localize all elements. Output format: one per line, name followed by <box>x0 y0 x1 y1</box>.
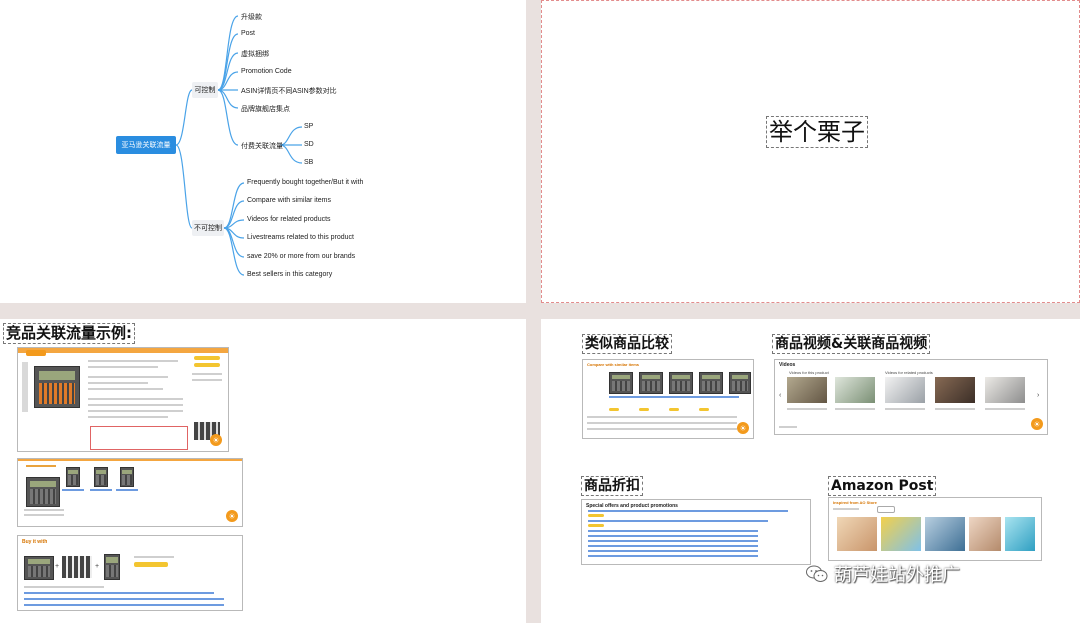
discount-title: 商品折扣 <box>581 476 643 496</box>
add-all-to-cart-button <box>134 562 168 567</box>
leaf-asin-compare: ASIN详情页不同ASIN参数对比 <box>241 88 337 95</box>
video-thumb-3[interactable] <box>885 377 925 403</box>
post-header: Inspired from AO Store <box>833 500 877 505</box>
video-thumb-1[interactable] <box>787 377 827 403</box>
videos-for-product-label: Videos for this product <box>789 370 829 375</box>
carousel-prev-icon[interactable]: ‹ <box>779 392 781 399</box>
leaf-paid-traffic: 付费关联流量 <box>241 143 283 150</box>
buy-it-with-screenshot: Buy it with + + <box>17 535 243 611</box>
post-title: Amazon Post <box>828 476 937 496</box>
post-thumb-2[interactable] <box>881 517 921 551</box>
compare-screenshot: Compare with similar items ☀ <box>582 359 754 439</box>
store-badge <box>26 350 46 356</box>
calculator-image <box>34 366 80 408</box>
post-thumb-4[interactable] <box>969 517 1001 551</box>
competitor-slide: 竞品关联流量示例: ☀ ☀ Buy it with + + <box>0 319 526 623</box>
orange-action-icon: ☀ <box>226 510 238 522</box>
promotions-screenshot: Special offers and product promotions <box>581 499 811 565</box>
video-thumb-2[interactable] <box>835 377 875 403</box>
bundle-item-2 <box>62 556 92 578</box>
product-thumb-2 <box>66 467 80 487</box>
videos-header: Videos <box>779 362 796 368</box>
video-thumb-4[interactable] <box>935 377 975 403</box>
product-thumb-1 <box>26 477 60 507</box>
leaf-promotion-code: Promotion Code <box>241 68 292 75</box>
orange-action-icon: ☀ <box>737 422 749 434</box>
product-page-screenshot: ☀ <box>17 347 229 452</box>
video-thumb-5[interactable] <box>985 377 1025 403</box>
leaf-sp: SP <box>304 123 314 130</box>
leaf-virtual-bundle: 虚拟捆绑 <box>241 51 269 58</box>
leaf-post: Post <box>241 30 256 37</box>
branch-controllable: 可控制 <box>192 82 218 98</box>
video-title: 商品视频&关联商品视频 <box>772 334 931 354</box>
follow-button[interactable] <box>877 506 895 513</box>
buy-it-with-label: Buy it with <box>22 539 48 545</box>
watermark-text: 葫芦娃站外推广 <box>834 565 960 586</box>
leaf-sd: SD <box>304 141 314 148</box>
promo-header: Special offers and product promotions <box>586 503 678 509</box>
highlight-box <box>90 426 188 450</box>
orange-action-icon: ☀ <box>210 434 222 446</box>
slide-title: 竞品关联流量示例: <box>3 323 135 344</box>
bundle-item-3 <box>104 554 120 580</box>
branch-uncontrollable: 不可控制 <box>192 220 224 236</box>
frequently-bought-screenshot: ☀ <box>17 458 243 527</box>
videos-screenshot: Videos Videos for this product Videos fo… <box>774 359 1048 435</box>
carousel-next-icon[interactable]: › <box>1037 392 1039 399</box>
amazon-post-screenshot: Inspired from AO Store <box>828 497 1042 561</box>
mindmap-slide: 亚马逊关联流量 可控制 不可控制 升级款 Post 虚拟捆绑 Promotion… <box>0 0 526 303</box>
leaf-livestreams: Livestreams related to this product <box>247 234 354 241</box>
post-thumb-5[interactable] <box>1005 517 1035 551</box>
post-thumb-1[interactable] <box>837 517 877 551</box>
compare-header: Compare with similar items <box>587 362 640 367</box>
bundle-item-1 <box>24 556 54 580</box>
leaf-save-20: save 20% or more from our brands <box>247 253 356 260</box>
watermark: 葫芦娃站外推广 <box>806 561 960 587</box>
leaf-brand-store: 品牌旗舰店集点 <box>241 106 290 113</box>
post-thumb-3[interactable] <box>925 517 965 551</box>
mindmap-root-node: 亚马逊关联流量 <box>116 136 176 154</box>
slide-title: 举个栗子 <box>766 116 868 148</box>
wechat-icon <box>806 565 828 582</box>
leaf-videos-related: Videos for related products <box>247 216 331 223</box>
leaf-upgrade: 升级款 <box>241 14 262 21</box>
leaf-compare-similar: Compare with similar items <box>247 197 332 204</box>
product-thumb-3 <box>94 467 108 487</box>
product-thumb-4 <box>120 467 134 487</box>
videos-related-label: Videos for related products <box>885 370 933 375</box>
compare-title: 类似商品比较 <box>582 334 672 354</box>
orange-action-icon: ☀ <box>1031 418 1043 430</box>
example-slide: 举个栗子 <box>541 0 1080 303</box>
leaf-frequently-bought: Frequently bought together/But it with <box>247 179 364 186</box>
leaf-sb: SB <box>304 159 314 166</box>
leaf-best-sellers: Best sellers in this category <box>247 271 333 278</box>
